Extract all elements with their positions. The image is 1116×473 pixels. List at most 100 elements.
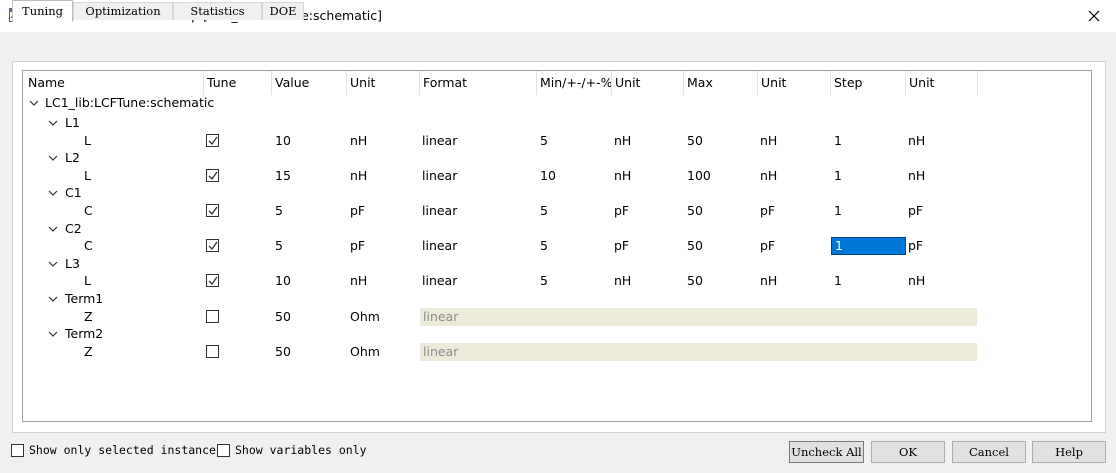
variable-name[interactable]: L: [84, 166, 91, 186]
unit-cell[interactable]: nH: [350, 271, 367, 291]
max-cell[interactable]: 50: [687, 271, 703, 291]
value-cell[interactable]: 5: [275, 201, 283, 221]
variables-tree-table[interactable]: Name Tune Value Unit Format Min/+-/+-% U…: [22, 70, 1092, 422]
value-cell[interactable]: 10: [275, 271, 291, 291]
uncheck-all-button[interactable]: Uncheck All: [789, 441, 864, 463]
column-header-format[interactable]: Format: [420, 71, 537, 95]
chevron-down-icon[interactable]: [48, 119, 58, 127]
chevron-down-icon[interactable]: [48, 295, 58, 303]
max-cell[interactable]: 50: [687, 131, 703, 151]
unit-cell[interactable]: Ohm: [350, 307, 380, 327]
max-cell[interactable]: 50: [687, 201, 703, 221]
format-cell[interactable]: linear: [422, 131, 457, 151]
ok-button[interactable]: OK: [871, 441, 945, 463]
column-header-name[interactable]: Name: [25, 71, 204, 95]
unit-cell[interactable]: pF: [350, 201, 365, 221]
tab-tuning[interactable]: Tuning: [12, 0, 73, 22]
column-header-unit[interactable]: Unit: [347, 71, 420, 95]
min-cell[interactable]: 10: [540, 166, 556, 186]
max-unit-cell[interactable]: nH: [760, 131, 777, 151]
chevron-down-icon[interactable]: [48, 330, 58, 338]
min-cell[interactable]: 5: [540, 201, 548, 221]
format-cell[interactable]: linear: [422, 271, 457, 291]
max-unit-cell[interactable]: pF: [760, 236, 775, 256]
tune-checkbox[interactable]: [206, 309, 219, 323]
unit-cell[interactable]: nH: [350, 131, 367, 151]
tab-optimization[interactable]: Optimization: [73, 2, 173, 20]
column-header-tune[interactable]: Tune: [204, 71, 272, 95]
chevron-down-icon[interactable]: [48, 189, 58, 197]
value-cell[interactable]: 50: [275, 307, 291, 327]
min-cell[interactable]: 5: [540, 271, 548, 291]
chevron-down-icon[interactable]: [48, 154, 58, 162]
min-unit-cell[interactable]: nH: [614, 131, 631, 151]
tree-group-label[interactable]: C1: [65, 183, 82, 203]
cancel-button[interactable]: Cancel: [952, 441, 1026, 463]
tree-root-label[interactable]: LC1_lib:LCFTune:schematic: [45, 93, 214, 113]
column-header-max-unit[interactable]: Unit: [758, 71, 831, 95]
close-icon[interactable]: [1084, 6, 1104, 26]
tune-checkbox[interactable]: [206, 204, 219, 217]
tree-group-label[interactable]: L3: [65, 254, 80, 274]
show-selected-checkbox[interactable]: [11, 444, 24, 457]
step-unit-cell[interactable]: nH: [908, 131, 925, 151]
step-unit-cell[interactable]: pF: [908, 201, 923, 221]
step-cell-selected[interactable]: 1: [831, 237, 906, 256]
value-cell[interactable]: 50: [275, 342, 291, 362]
min-cell[interactable]: 5: [540, 236, 548, 256]
max-cell[interactable]: 50: [687, 236, 703, 256]
step-cell[interactable]: 1: [834, 131, 842, 151]
unit-cell[interactable]: Ohm: [350, 342, 380, 362]
column-header-min[interactable]: Min/+-/+-%: [537, 71, 612, 95]
value-cell[interactable]: 10: [275, 131, 291, 151]
column-header-min-unit[interactable]: Unit: [612, 71, 684, 95]
format-cell[interactable]: linear: [422, 201, 457, 221]
variable-name[interactable]: L: [84, 131, 91, 151]
min-unit-cell[interactable]: nH: [614, 271, 631, 291]
tree-group-label[interactable]: C2: [65, 219, 82, 239]
max-unit-cell[interactable]: pF: [760, 201, 775, 221]
column-header-value[interactable]: Value: [272, 71, 347, 95]
unit-cell[interactable]: nH: [350, 166, 367, 186]
chevron-down-icon[interactable]: [29, 99, 39, 107]
tune-checkbox[interactable]: [206, 344, 219, 358]
variable-name[interactable]: Z: [84, 342, 93, 362]
tab-doe[interactable]: DOE: [262, 2, 304, 20]
checkmark-icon: [208, 136, 218, 145]
step-unit-cell[interactable]: pF: [908, 236, 923, 256]
show-variables-checkbox[interactable]: [217, 444, 230, 457]
value-cell[interactable]: 15: [275, 166, 291, 186]
step-cell[interactable]: 1: [834, 166, 842, 186]
show-variables-label: Show variables only: [235, 443, 367, 457]
max-unit-cell[interactable]: nH: [760, 271, 777, 291]
variable-name[interactable]: C: [84, 201, 93, 221]
column-header-step[interactable]: Step: [831, 71, 906, 95]
format-cell[interactable]: linear: [422, 166, 457, 186]
step-cell[interactable]: 1: [834, 201, 842, 221]
column-header-max[interactable]: Max: [684, 71, 758, 95]
chevron-down-icon[interactable]: [48, 225, 58, 233]
tab-statistics[interactable]: Statistics: [173, 2, 262, 20]
unit-cell[interactable]: pF: [350, 236, 365, 256]
tune-checkbox[interactable]: [206, 239, 219, 253]
tune-checkbox[interactable]: [206, 168, 219, 182]
tune-checkbox[interactable]: [206, 133, 219, 147]
min-unit-cell[interactable]: pF: [614, 201, 629, 221]
help-button[interactable]: Help: [1032, 441, 1106, 463]
step-cell[interactable]: 1: [834, 271, 842, 291]
column-header-step-unit[interactable]: Unit: [906, 71, 978, 95]
chevron-down-icon[interactable]: [48, 260, 58, 268]
min-cell[interactable]: 5: [540, 131, 548, 151]
format-cell[interactable]: linear: [422, 236, 457, 256]
variable-name[interactable]: C: [84, 236, 93, 256]
min-unit-cell[interactable]: nH: [614, 166, 631, 186]
max-cell[interactable]: 100: [687, 166, 711, 186]
tune-checkbox[interactable]: [206, 274, 219, 288]
tree-group-label[interactable]: L1: [65, 113, 80, 133]
max-unit-cell[interactable]: nH: [760, 166, 777, 186]
step-unit-cell[interactable]: nH: [908, 166, 925, 186]
tree-group-label[interactable]: L2: [65, 148, 80, 168]
step-unit-cell[interactable]: nH: [908, 271, 925, 291]
min-unit-cell[interactable]: pF: [614, 236, 629, 256]
value-cell[interactable]: 5: [275, 236, 283, 256]
